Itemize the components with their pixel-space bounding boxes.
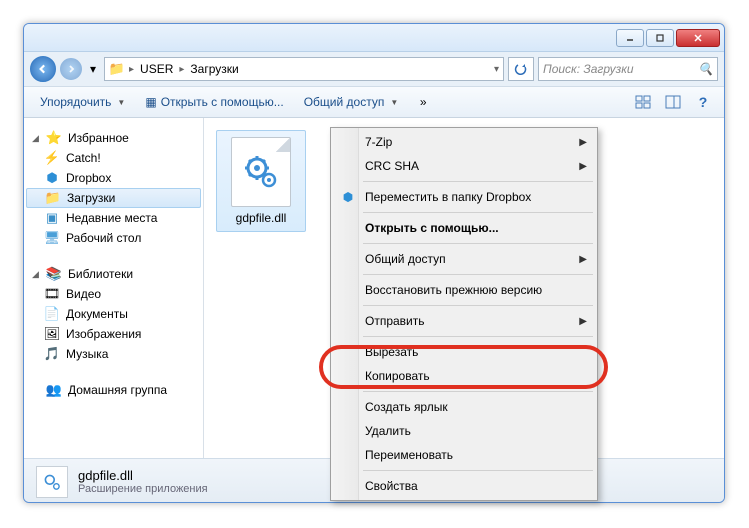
sidebar-item-pictures[interactable]: 🖼Изображения	[24, 324, 203, 344]
ctx-rename[interactable]: Переименовать	[333, 443, 595, 467]
sidebar-item-downloads[interactable]: 📁Загрузки	[26, 188, 201, 208]
breadcrumb-downloads[interactable]: Загрузки	[188, 62, 240, 76]
open-with-button[interactable]: ▦Открыть с помощью...	[137, 90, 291, 114]
ctx-properties[interactable]: Свойства	[333, 474, 595, 498]
titlebar	[24, 24, 724, 52]
sidebar-item-videos[interactable]: 🎞Видео	[24, 284, 203, 304]
help-button[interactable]: ?	[690, 90, 716, 114]
chevron-right-icon: ▶	[579, 137, 587, 148]
ctx-send-to[interactable]: Отправить▶	[333, 309, 595, 333]
favorites-header[interactable]: ◢⭐Избранное	[24, 128, 203, 148]
sidebar-item-recent[interactable]: ▣Недавние места	[24, 208, 203, 228]
nav-pane: ◢⭐Избранное ⚡Catch! ⬢Dropbox 📁Загрузки ▣…	[24, 118, 204, 458]
folder-icon: 📁	[109, 61, 125, 77]
sidebar-item-music[interactable]: 🎵Музыка	[24, 344, 203, 364]
document-icon: 📄	[44, 306, 60, 322]
folder-icon: 📁	[45, 190, 61, 206]
organize-button[interactable]: Упорядочить▼	[32, 90, 133, 114]
homegroup-icon: 👥	[46, 382, 62, 398]
chevron-right-icon: ▸	[179, 64, 184, 75]
bolt-icon: ⚡	[44, 150, 60, 166]
homegroup-header[interactable]: ◢👥Домашняя группа	[24, 380, 203, 400]
star-icon: ⭐	[46, 130, 62, 146]
separator	[363, 212, 593, 213]
picture-icon: 🖼	[44, 326, 60, 342]
sidebar-item-desktop[interactable]: 🖥Рабочий стол	[24, 228, 203, 248]
back-button[interactable]	[30, 56, 56, 82]
chevron-right-icon: ▸	[129, 64, 134, 75]
separator	[363, 181, 593, 182]
details-filename: gdpfile.dll	[78, 468, 208, 483]
separator	[363, 243, 593, 244]
file-name: gdpfile.dll	[236, 211, 287, 225]
chevron-right-icon: ▶	[579, 254, 587, 265]
music-icon: 🎵	[44, 346, 60, 362]
video-icon: 🎞	[44, 286, 60, 302]
ctx-move-dropbox[interactable]: ⬢Переместить в папку Dropbox	[333, 185, 595, 209]
burn-button[interactable]: »	[410, 90, 436, 114]
separator	[363, 470, 593, 471]
dll-file-icon	[231, 137, 291, 207]
context-menu: 7-Zip▶ CRC SHA▶ ⬢Переместить в папку Dro…	[330, 127, 598, 501]
separator	[363, 274, 593, 275]
dropbox-icon: ⬢	[44, 170, 60, 186]
ctx-crc-sha[interactable]: CRC SHA▶	[333, 154, 595, 178]
sidebar-item-catch[interactable]: ⚡Catch!	[24, 148, 203, 168]
share-button[interactable]: Общий доступ▼	[296, 90, 407, 114]
libraries-header[interactable]: ◢📚Библиотеки	[24, 264, 203, 284]
forward-button[interactable]	[60, 58, 82, 80]
refresh-button[interactable]	[508, 57, 534, 81]
ctx-share[interactable]: Общий доступ▶	[333, 247, 595, 271]
dropbox-icon: ⬢	[339, 188, 357, 206]
separator	[363, 336, 593, 337]
close-button[interactable]	[676, 29, 720, 47]
nav-bar: ▾ 📁 ▸ USER ▸ Загрузки ▾ Поиск: Загрузки …	[24, 52, 724, 86]
search-placeholder: Поиск: Загрузки	[543, 62, 634, 76]
app-icon: ▦	[145, 95, 156, 109]
search-icon: 🔍	[698, 62, 713, 76]
chevron-right-icon: ▶	[579, 161, 587, 172]
library-icon: 📚	[46, 266, 62, 282]
separator	[363, 305, 593, 306]
separator	[363, 391, 593, 392]
breadcrumb-user[interactable]: USER	[138, 62, 175, 76]
view-options-button[interactable]	[630, 90, 656, 114]
command-bar: Упорядочить▼ ▦Открыть с помощью... Общий…	[24, 86, 724, 118]
ctx-restore-version[interactable]: Восстановить прежнюю версию	[333, 278, 595, 302]
details-filetype: Расширение приложения	[78, 483, 208, 495]
ctx-create-shortcut[interactable]: Создать ярлык	[333, 395, 595, 419]
ctx-open-with[interactable]: Открыть с помощью...	[333, 216, 595, 240]
file-item-selected[interactable]: gdpfile.dll	[216, 130, 306, 232]
desktop-icon: 🖥	[44, 230, 60, 246]
details-thumb	[36, 466, 68, 498]
ctx-delete[interactable]: Удалить	[333, 419, 595, 443]
ctx-cut[interactable]: Вырезать	[333, 340, 595, 364]
maximize-button[interactable]	[646, 29, 674, 47]
chevron-right-icon: ▶	[579, 316, 587, 327]
chevron-down-icon[interactable]: ▾	[494, 64, 499, 75]
sidebar-item-documents[interactable]: 📄Документы	[24, 304, 203, 324]
sidebar-item-dropbox[interactable]: ⬢Dropbox	[24, 168, 203, 188]
ctx-copy[interactable]: Копировать	[333, 364, 595, 388]
recent-icon: ▣	[44, 210, 60, 226]
preview-pane-button[interactable]	[660, 90, 686, 114]
nav-history-dropdown[interactable]: ▾	[86, 59, 100, 79]
minimize-button[interactable]	[616, 29, 644, 47]
address-bar[interactable]: 📁 ▸ USER ▸ Загрузки ▾	[104, 57, 504, 81]
ctx-7zip[interactable]: 7-Zip▶	[333, 130, 595, 154]
search-input[interactable]: Поиск: Загрузки 🔍	[538, 57, 718, 81]
